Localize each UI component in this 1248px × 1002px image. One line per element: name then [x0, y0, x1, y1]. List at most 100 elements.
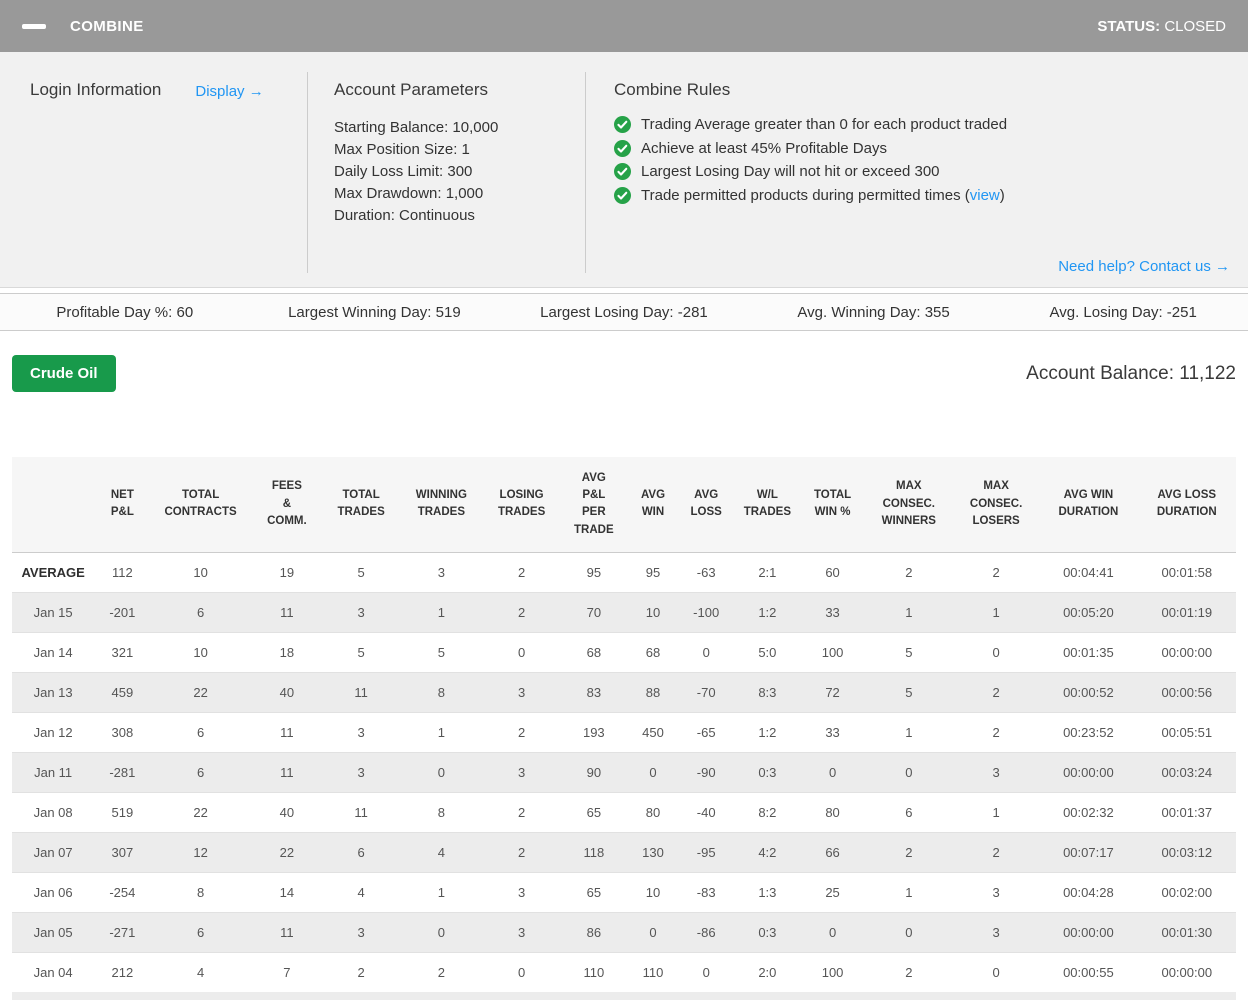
table-cell: 1 — [952, 591, 1040, 632]
column-header: W/L TRADES — [734, 457, 801, 553]
table-cell: 0 — [800, 751, 865, 792]
table-cell: 6 — [150, 911, 251, 952]
table-cell: 11 — [322, 671, 400, 712]
table-row: Jan 14 321 10 18 5 5 0 68 68 0 5:0 100 5 0 00:01:35 00:… — [12, 631, 1236, 672]
minimize-icon[interactable] — [22, 23, 46, 29]
table-cell: 0 — [399, 751, 484, 792]
table-cell: 90 — [559, 751, 628, 792]
table-cell: 95 — [586, 564, 602, 580]
daily-stats-bar: Profitable Day %: 60 Largest Winning Day… — [0, 293, 1248, 331]
table-cell: 68 — [627, 631, 679, 672]
table-cell: 1 — [952, 791, 1040, 832]
table-row: Jan 15 -201 6 11 3 1 2 70 10 -100 1:2 33 1 1 00:05:20 0… — [12, 591, 1236, 632]
column-header: MAX CONSEC. LOSERS — [952, 457, 1040, 553]
row-label: Jan 06 — [12, 871, 95, 912]
product-tab-crude-oil[interactable]: Crude Oil — [12, 355, 116, 392]
table-row: Jan 04 212 4 7 2 2 0 110 110 0 2:0 100 2 0 00:00:55 00:… — [12, 951, 1236, 992]
row-label: Jan 05 — [12, 911, 95, 952]
column-header: AVG WIN DURATION — [1039, 457, 1138, 553]
table-cell: -201 — [94, 591, 151, 632]
table-cell: 12 — [150, 831, 251, 872]
table-cell: 70 — [559, 591, 628, 632]
performance-table-wrap: NET P&L TOTAL CONTRACTS FEES & COMM. TOTAL … — [12, 457, 1236, 1000]
table-cell: 0 — [952, 951, 1040, 992]
row-label: Jan 15 — [12, 591, 95, 632]
table-cell: 10 — [627, 871, 679, 912]
table-cell: 3 — [483, 871, 560, 912]
table-cell: -40 — [678, 791, 735, 832]
table-cell: 2 — [905, 564, 913, 580]
row-label: Jan 13 — [12, 671, 95, 712]
row-label: Jan 14 — [12, 631, 95, 672]
parameter-item: Daily Loss Limit: 300 — [334, 163, 473, 180]
table-cell: 193 — [559, 711, 628, 752]
contact-us-link[interactable]: Need help? Contact us → — [1058, 258, 1230, 275]
table-cell: 00:00:00 — [1039, 911, 1138, 952]
table-cell: 18 — [250, 631, 323, 672]
table-cell: 33 — [800, 591, 865, 632]
table-cell: 00:00:00 — [1039, 751, 1138, 792]
table-cell: -254 — [94, 871, 151, 912]
table-cell: 8 — [399, 791, 484, 832]
main-content: Crude Oil Account Balance: 11,122 NET P&… — [0, 355, 1248, 1000]
row-label: Jan 12 — [12, 711, 95, 752]
table-cell: 00:02:00 — [1137, 871, 1236, 912]
table-cell: 95 — [645, 564, 661, 580]
table-cell: 72 — [800, 671, 865, 712]
table-head: NET P&L TOTAL CONTRACTS FEES & COMM. TOTAL … — [12, 457, 1236, 553]
login-information-title: Login Information — [30, 80, 162, 99]
table-cell: 110 — [559, 951, 628, 992]
table-cell: 8:3 — [734, 671, 801, 712]
table-cell: 450 — [627, 711, 679, 752]
table-cell: 307 — [94, 831, 151, 872]
table-cell: 459 — [94, 671, 151, 712]
parameter-item: Duration: Continuous — [334, 207, 475, 224]
status-badge: STATUS: CLOSED — [1097, 18, 1226, 35]
table-cell: 100 — [800, 951, 865, 992]
table-cell: 0 — [952, 631, 1040, 672]
table-cell: 10 — [150, 631, 251, 672]
table-cell: 00:01:19 — [1137, 591, 1236, 632]
table-cell: 2 — [483, 711, 560, 752]
table-cell: 00:05:20 — [1039, 591, 1138, 632]
table-cell: 40 — [250, 671, 323, 712]
table-cell: 110 — [627, 951, 679, 992]
table-cell: 00:00:55 — [1039, 951, 1138, 992]
table-row: AVERAGE 112 10 19 5 3 2 95 95 -63 2:1 60 2 2 00:04:41 0… — [12, 552, 1236, 592]
table-cell: 2 — [483, 591, 560, 632]
display-link[interactable]: Display → — [195, 83, 263, 287]
table-cell: 3 — [322, 751, 400, 792]
table-cell: 0 — [483, 631, 560, 672]
login-information-section: Login Information Display → — [0, 52, 307, 287]
table-cell: 10 — [193, 564, 208, 580]
table-cell: 0 — [800, 911, 865, 952]
parameter-item: Starting Balance: 10,000 — [334, 119, 499, 136]
table-cell: 1 — [864, 591, 953, 632]
row-label: Jan 07 — [12, 831, 95, 872]
info-panel: Login Information Display → Account Para… — [0, 52, 1248, 288]
stat-avg-winning-day: Avg. Winning Day: 355 — [797, 303, 950, 321]
table-row: Jan 12 308 6 11 3 1 2 193 450 -65 1:2 33 1 2 00:23:52 0… — [12, 711, 1236, 752]
view-link[interactable]: view — [970, 187, 1000, 204]
table-cell: 22 — [150, 791, 251, 832]
table-cell: 0:3 — [734, 911, 801, 952]
table-cell: 308 — [94, 711, 151, 752]
table-cell: 80 — [627, 791, 679, 832]
table-cell: 519 — [94, 791, 151, 832]
table-cell: 68 — [559, 631, 628, 672]
row-label: Jan 04 — [12, 951, 95, 992]
check-circle-icon — [614, 139, 631, 157]
column-header: AVG LOSS DURATION — [1137, 457, 1236, 553]
table-row: Jan 13 459 22 40 11 8 3 83 88 -70 8:3 72 5 2 00:00:52 0… — [12, 671, 1236, 712]
table-cell: 2 — [952, 711, 1040, 752]
table-cell: 6 — [150, 591, 251, 632]
table-cell: 0 — [627, 911, 679, 952]
column-header: AVG P&L PER TRADE — [559, 457, 628, 553]
table-row: Jan 07 307 12 22 6 4 2 118 130 -95 4:2 66 2 2 00:07:17… — [12, 831, 1236, 872]
table-cell: 00:03:12 — [1137, 831, 1236, 872]
table-cell: 00:04:41 — [1063, 564, 1114, 580]
table-row: Jan 05 -271 6 11 3 0 3 86 0 -86 0:3 0 0 3 00:00:00 00:0… — [12, 911, 1236, 952]
table-cell: 1:2 — [734, 711, 801, 752]
table-cell: 00:01:30 — [1137, 911, 1236, 952]
table-cell: -100 — [678, 591, 735, 632]
